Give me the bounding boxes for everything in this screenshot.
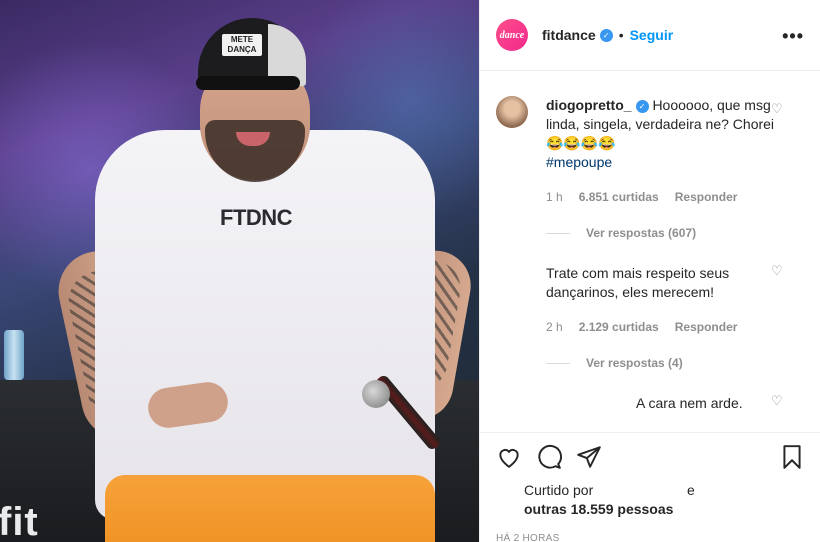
replies-divider xyxy=(546,232,570,234)
comment-likes[interactable]: 6.851 curtidas xyxy=(579,190,659,204)
white-tshirt xyxy=(95,130,435,520)
verified-badge-icon: ✓ xyxy=(599,28,613,42)
commenter-avatar[interactable] xyxy=(496,96,528,128)
view-replies-label: Ver respostas (607) xyxy=(586,226,697,240)
comment-item: diogopretto_ ✓ Hoooooo, que msg linda, si… xyxy=(496,72,805,240)
more-options-icon[interactable]: ••• xyxy=(782,26,804,47)
follow-button[interactable]: Seguir xyxy=(630,27,674,43)
post-modal: fit FTDNC METE DANÇA dance fitdance ✓ • … xyxy=(0,0,820,542)
comment-item: A cara nem arde. ♡ xyxy=(496,370,805,413)
comment-body: A cara nem arde. xyxy=(546,370,777,413)
likes-count[interactable]: outras 18.559 pessoas xyxy=(524,501,673,517)
like-comment-heart-icon[interactable]: ♡ xyxy=(771,102,785,116)
view-replies-label: Ver respostas (4) xyxy=(586,356,683,370)
shirt-logo-text: FTDNC xyxy=(220,205,293,230)
reply-button[interactable]: Responder xyxy=(675,320,738,334)
comment-icon[interactable] xyxy=(536,444,562,470)
reply-button[interactable]: Responder xyxy=(675,190,738,204)
author-username[interactable]: fitdance xyxy=(542,27,596,43)
post-side-panel: dance fitdance ✓ • Seguir ••• diogoprett… xyxy=(479,0,820,542)
comment-likes[interactable]: 2.129 curtidas xyxy=(579,320,659,334)
post-photo[interactable]: fit FTDNC METE DANÇA xyxy=(0,0,479,542)
cap-label-text: METE DANÇA xyxy=(222,34,262,56)
water-bottle xyxy=(4,330,24,380)
comment-time[interactable]: 1 h xyxy=(546,190,563,204)
hashtag-link[interactable]: #mepoupe xyxy=(546,154,612,170)
heart-icon[interactable] xyxy=(496,444,522,470)
microphone-head xyxy=(362,380,390,408)
likes-summary[interactable]: Curtido por e outras 18.559 pessoas xyxy=(480,481,820,519)
action-bar xyxy=(480,433,820,481)
comment-time[interactable]: 2 h xyxy=(546,320,563,334)
liked-by-label: Curtido por xyxy=(524,482,594,498)
comment-text: Trate com mais respeito seus dançarinos,… xyxy=(546,265,730,300)
comment-item: Trate com mais respeito seus dançarinos,… xyxy=(496,240,805,370)
post-actions: Curtido por e outras 18.559 pessoas HÁ 2… xyxy=(480,432,820,542)
comment-meta: 1 h 6.851 curtidas Responder xyxy=(546,190,777,204)
orange-shorts xyxy=(105,475,435,542)
comments-list[interactable]: diogopretto_ ✓ Hoooooo, que msg linda, si… xyxy=(480,72,820,432)
view-replies[interactable]: Ver respostas (4) xyxy=(546,356,777,370)
view-replies[interactable]: Ver respostas (607) xyxy=(546,226,777,240)
verified-badge-icon: ✓ xyxy=(635,99,649,113)
commenter-username[interactable]: diogopretto_ xyxy=(546,97,632,113)
replies-divider xyxy=(546,362,570,364)
share-icon[interactable] xyxy=(576,444,602,470)
separator-dot: • xyxy=(618,27,624,43)
comment-body: Trate com mais respeito seus dançarinos,… xyxy=(546,240,777,302)
like-comment-heart-icon[interactable]: ♡ xyxy=(771,394,785,408)
comment-text: A cara nem arde. xyxy=(636,395,743,411)
bookmark-icon[interactable] xyxy=(779,444,805,470)
post-timestamp[interactable]: HÁ 2 HORAS xyxy=(480,519,820,542)
like-comment-heart-icon[interactable]: ♡ xyxy=(771,264,785,278)
liked-by-conjunction: e xyxy=(687,482,695,498)
avatar-logo-text: dance xyxy=(499,29,525,41)
author-avatar[interactable]: dance xyxy=(496,19,528,51)
cap-brim xyxy=(196,76,300,90)
stage-sign-text: fit xyxy=(0,500,39,542)
post-header: dance fitdance ✓ • Seguir ••• xyxy=(480,0,820,71)
comment-body: diogopretto_ ✓ Hoooooo, que msg linda, si… xyxy=(546,72,777,172)
comment-meta: 2 h 2.129 curtidas Responder xyxy=(546,320,777,334)
